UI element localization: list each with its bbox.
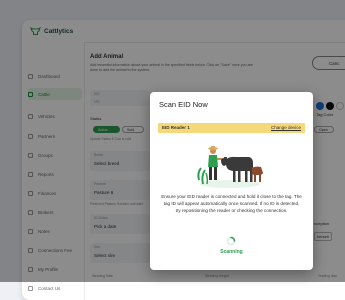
scan-eid-modal: Scan EID Now EID Reader 1 Change device … [150, 92, 313, 270]
reader-name: EID Reader 1 [162, 125, 190, 130]
contact-icon [28, 285, 33, 291]
modal-title: Scan EID Now [159, 100, 208, 109]
farmer-cows-illustration [197, 146, 263, 188]
modal-instructions: Ensure your EID reader is connected and … [161, 194, 302, 213]
scanning-status: Scanning [220, 249, 243, 255]
sidebar-item-contact-us[interactable]: Contact Us [28, 282, 82, 294]
loading-spinner-icon [226, 236, 236, 246]
change-device-link[interactable]: Change device [271, 125, 301, 130]
sidebar-item-label: Contact Us [38, 285, 61, 291]
reader-bar: EID Reader 1 Change device [158, 123, 305, 133]
